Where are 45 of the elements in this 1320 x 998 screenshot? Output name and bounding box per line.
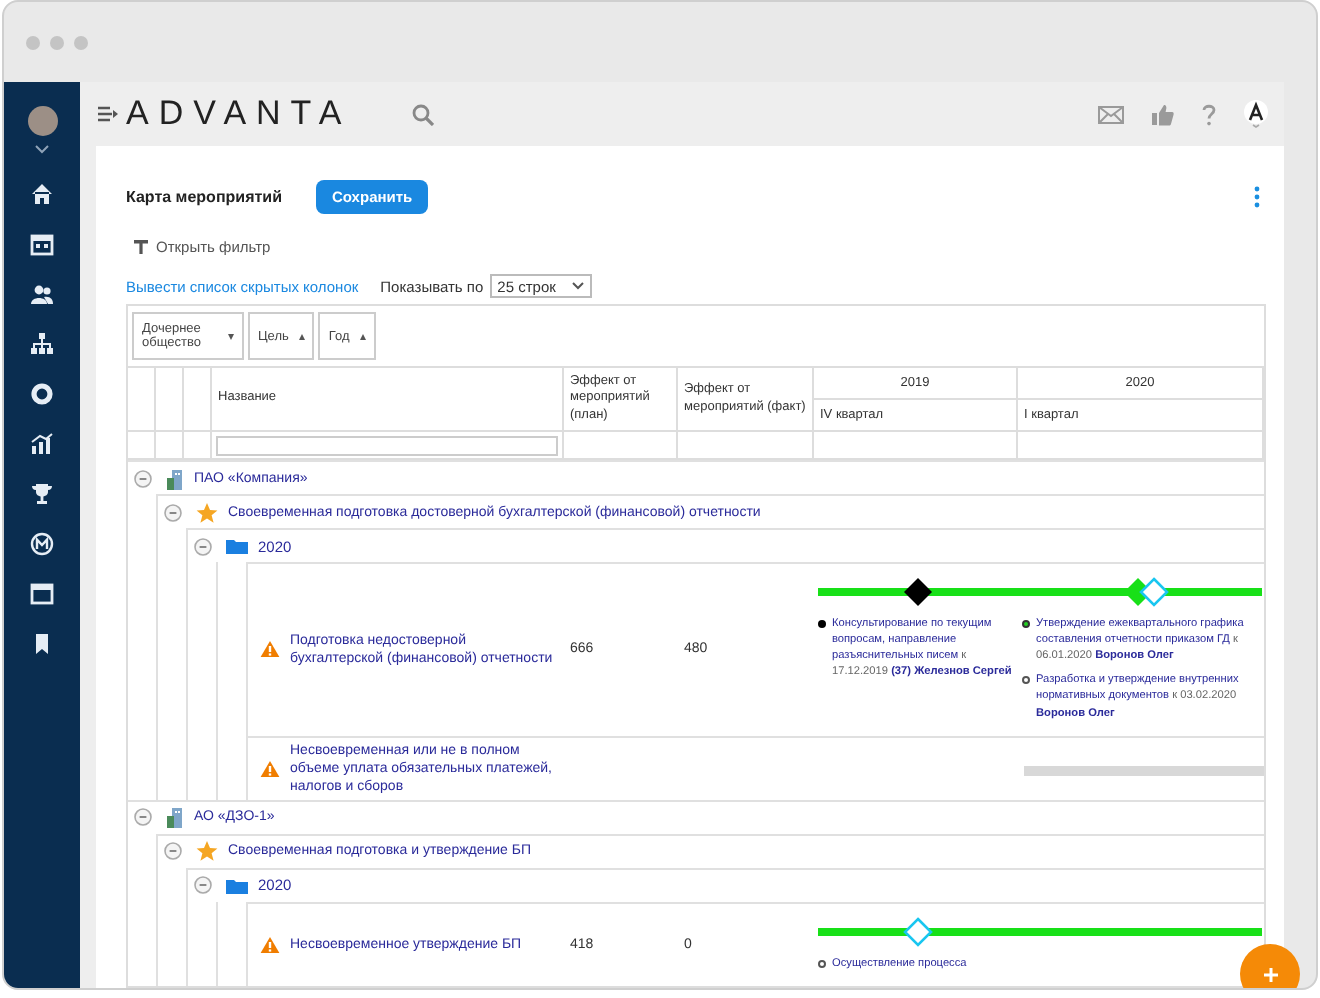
chart-icon[interactable]	[30, 432, 54, 456]
folder-icon	[226, 877, 248, 894]
user-logo-icon[interactable]	[1244, 100, 1268, 128]
window-dot	[26, 35, 40, 49]
mail-icon[interactable]	[1098, 105, 1124, 123]
add-button[interactable]	[1240, 944, 1300, 988]
chevron-down-icon	[571, 282, 584, 290]
star-icon	[196, 501, 218, 523]
thumbs-up-icon[interactable]	[1152, 103, 1174, 125]
filter-icon	[134, 240, 148, 254]
building-icon	[166, 467, 184, 489]
window-dot	[50, 35, 64, 49]
folder-icon	[226, 538, 248, 554]
name-filter-field[interactable]	[216, 435, 558, 455]
avatar[interactable]	[27, 106, 57, 136]
help-icon[interactable]	[1202, 103, 1216, 125]
bookmark-icon[interactable]	[30, 632, 54, 656]
people-icon[interactable]	[30, 282, 54, 306]
star-icon	[196, 840, 218, 863]
window-dot	[74, 35, 88, 49]
page-title: Карта мероприятий	[126, 187, 282, 205]
menu-icon[interactable]	[98, 106, 118, 122]
collapse-icon[interactable]	[193, 876, 211, 895]
building-icon	[166, 806, 184, 829]
chevron-down-icon[interactable]	[34, 144, 50, 154]
trophy-icon[interactable]	[30, 482, 54, 506]
warning-icon	[260, 935, 280, 954]
plus-icon	[1263, 967, 1277, 981]
search-icon[interactable]	[411, 103, 434, 125]
home-icon[interactable]	[30, 182, 54, 206]
collapse-icon[interactable]	[163, 503, 181, 521]
org-chart-icon[interactable]	[30, 332, 54, 356]
calendar-icon[interactable]	[30, 232, 54, 256]
more-options-icon[interactable]	[1254, 185, 1260, 207]
logo[interactable]: ADVANTA	[126, 94, 352, 134]
collapse-icon[interactable]	[193, 537, 211, 555]
collapse-icon[interactable]	[163, 842, 181, 861]
scrollbar[interactable]	[1024, 765, 1264, 776]
collapse-icon[interactable]	[133, 808, 151, 827]
window-icon[interactable]	[30, 582, 54, 606]
ring-icon[interactable]	[30, 382, 54, 406]
collapse-icon[interactable]	[133, 469, 151, 487]
warning-icon	[260, 640, 280, 659]
warning-icon	[260, 759, 280, 778]
m-circle-icon[interactable]	[30, 532, 54, 556]
